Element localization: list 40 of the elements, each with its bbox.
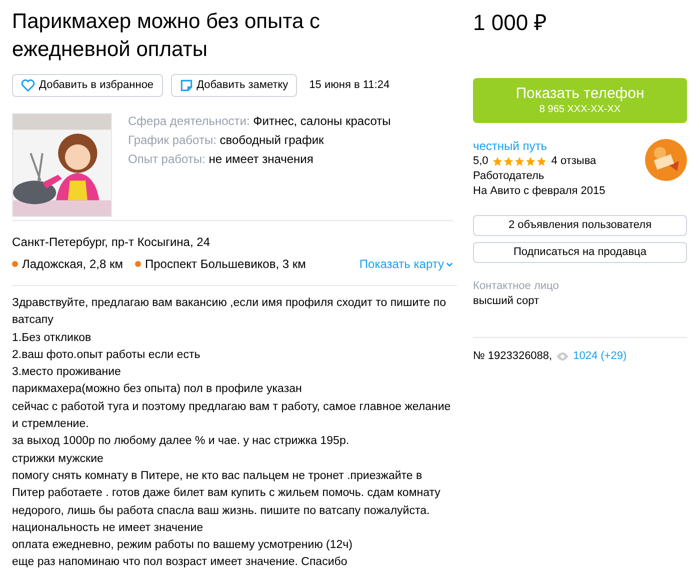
description-text: 3.место проживание [12,365,122,380]
chevron-icon [446,262,453,266]
action-button[interactable]: Добавить заметку [170,74,298,97]
contact-name: высший сорт [473,294,540,309]
seller-type: Работодатель [473,169,546,184]
seller-since: На Авито с февраля 2015 [473,184,606,199]
description-text: Здравствуйте, предлагаю вам вакансию ,если имя профиля сходит то пишите по ватсапу [12,296,447,328]
param-line: График работы: свободный график [128,132,325,148]
contact-label: Контактное лицо [473,279,560,294]
seller-button[interactable]: 2 объявления пользователя [473,215,687,236]
note-icon [180,79,193,92]
description-text: сейчас с работой туга и поэтому предлагаю вам т работу, самое главное желание и стремление. [12,400,452,432]
description-text: 2.ваш фото.опыт работы если есть [12,348,202,363]
price: 1 000 ₽ [473,9,548,37]
star-icon [536,156,548,167]
listing-title: Парикмахер можно без опыта с ежедневной оплаты [12,9,321,63]
star-icon [492,156,504,167]
views-count: 1024 (+29) [573,349,627,364]
ad-number: № 1923326088, [473,349,552,364]
seller-button[interactable]: Подписаться на продавца [473,242,687,263]
description-text: за выход 1000р по любому далее % и чае. у нас стрижка 195р. [12,434,350,450]
description-text: стрижки мужские [12,452,104,467]
star-icon [503,156,514,167]
description-text: парикмахера(можно без опыта) пол в профиле указан [12,382,303,398]
description-text: оплата ежедневно, режим работы по вашему усмотрению (12ч) [12,538,354,554]
star-icon [525,156,536,167]
metro-station: Ладожская, 2,8 км [22,256,123,273]
reviews-count: 4 отзыва [551,154,596,169]
description-text: еще раз напоминаю что пол возраст имеет значение. Спасибо [12,555,348,570]
address: Санкт-Петербург, пр-т Косыгина, 24 [12,234,211,251]
description-text: 1.Без откликов [12,330,92,346]
rating: 5,0 [473,154,488,169]
star-icon [514,156,526,167]
metro-station: Проспект Большевиков, 3 км [145,256,306,273]
eye-icon [556,352,570,361]
param-line: Сфера деятельности: Фитнес, салоны красоты [128,113,391,129]
heart-icon [21,79,35,92]
post-date: 15 июня в 11:24 [309,78,390,94]
param-line: Опыт работы: не имеет значения [128,151,314,167]
action-button[interactable]: Добавить в избранное [12,74,163,97]
